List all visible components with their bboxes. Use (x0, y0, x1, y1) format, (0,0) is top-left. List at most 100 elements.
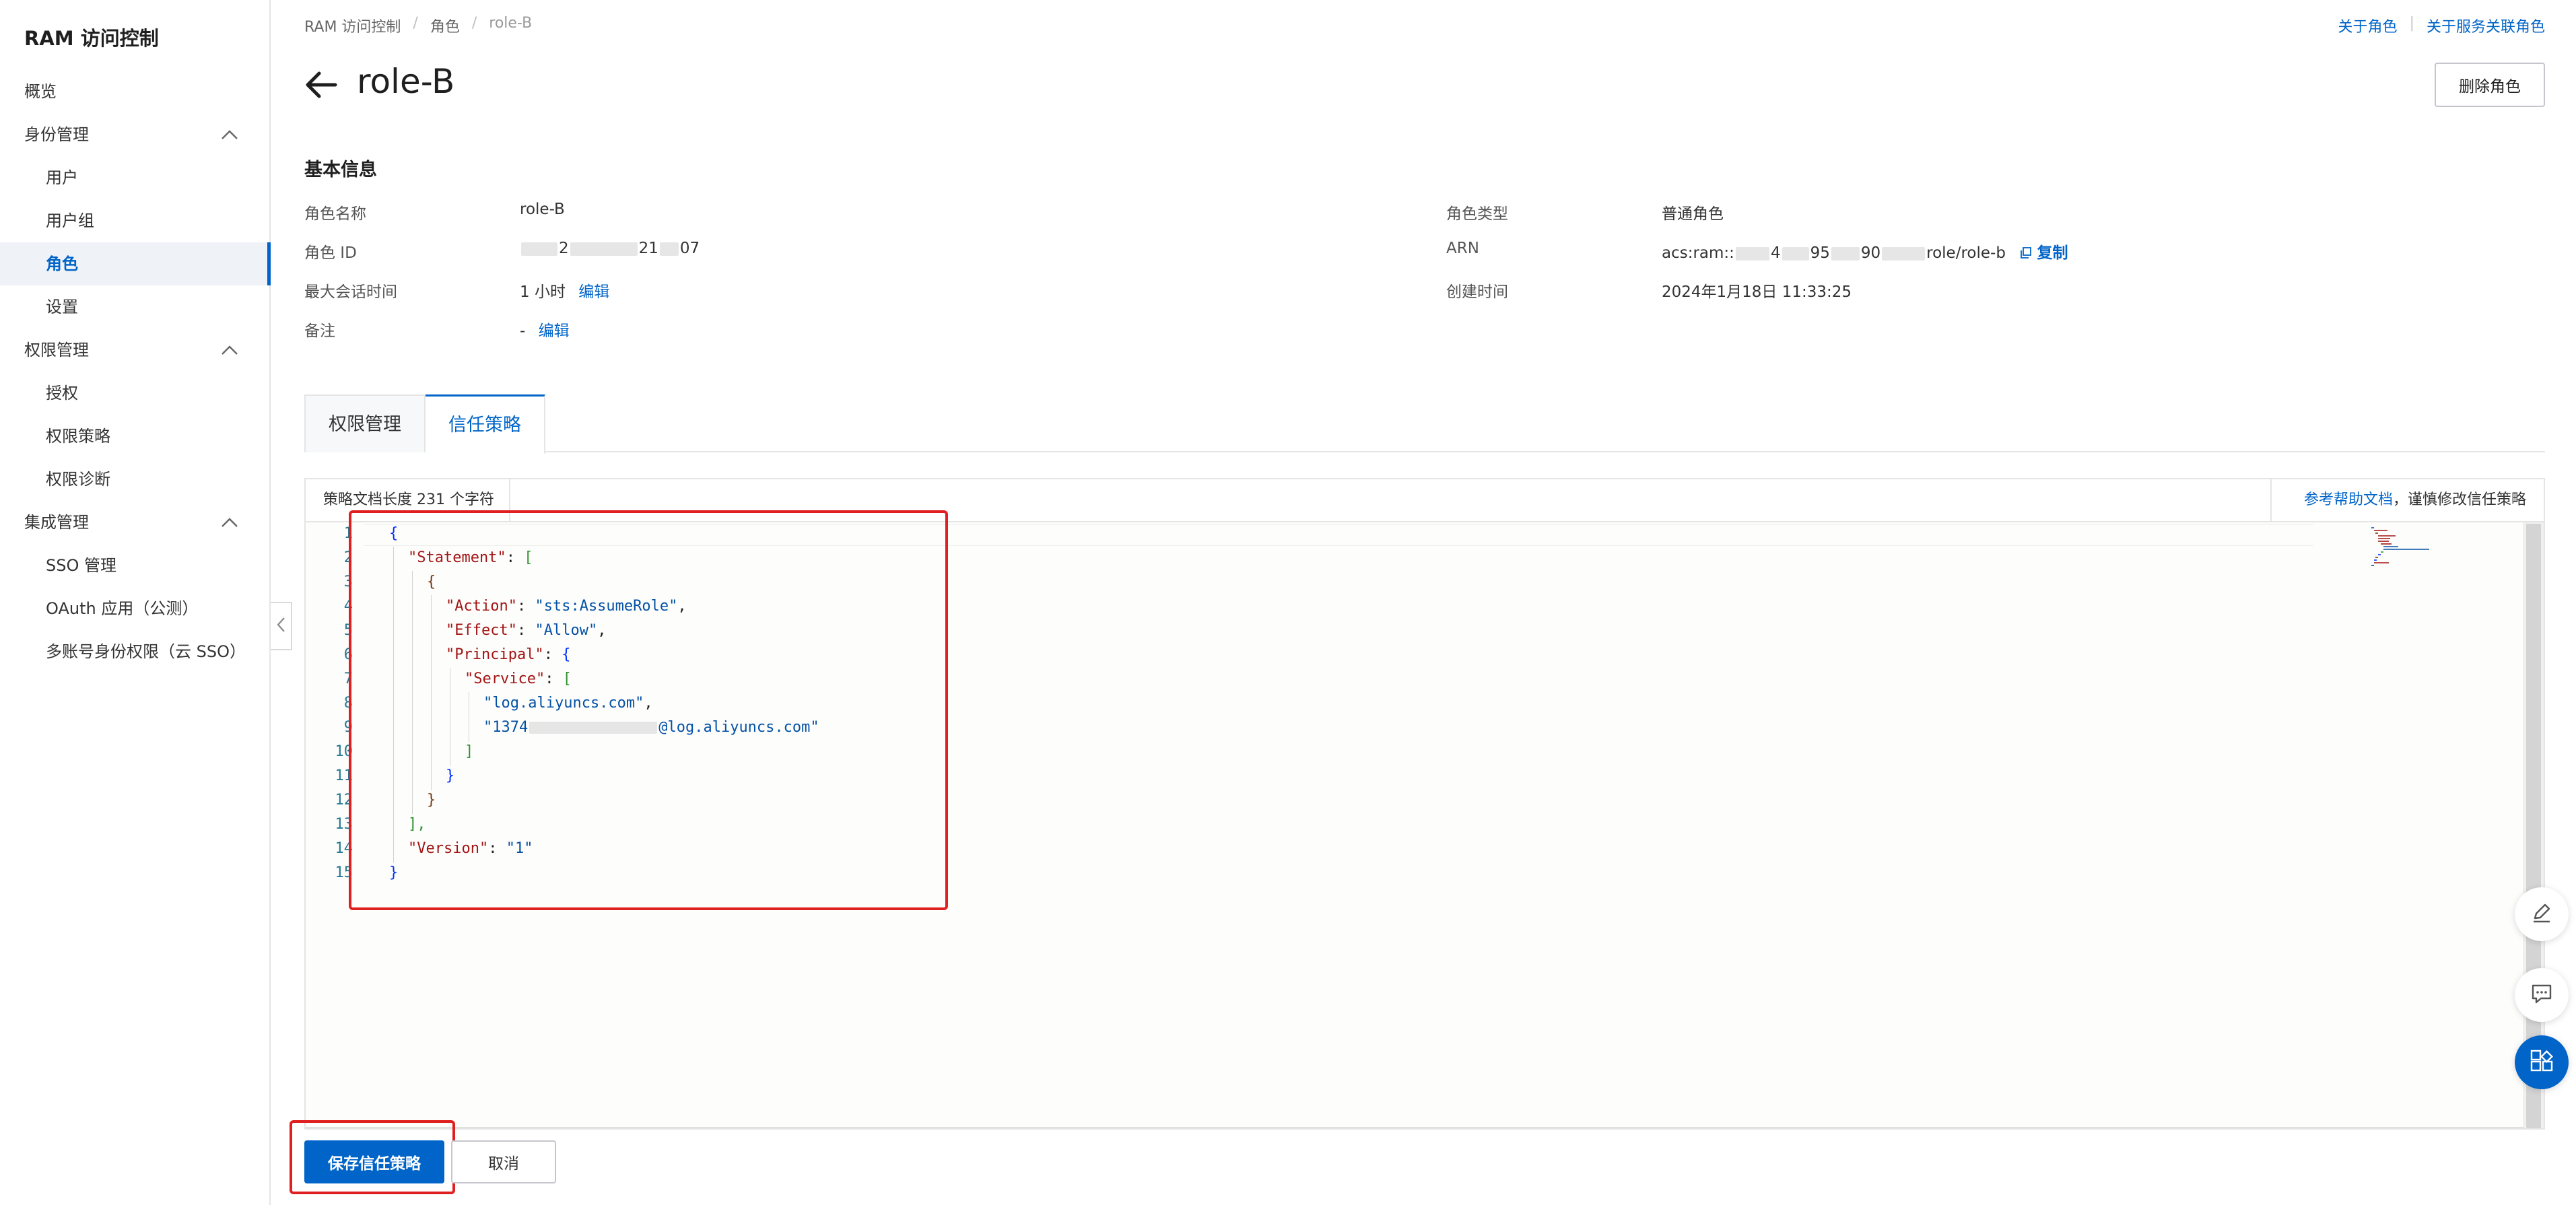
floating-feedback-button[interactable] (2515, 968, 2569, 1022)
tab-permission-management[interactable]: 权限管理 (304, 394, 426, 452)
save-trust-policy-button[interactable]: 保存信任策略 (304, 1140, 444, 1183)
sidebar-item-cloud-sso[interactable]: 多账号身份权限（云 SSO） (0, 630, 269, 673)
chevron-up-icon[interactable] (221, 501, 238, 544)
page-title: role-B (357, 62, 455, 101)
floating-edit-button[interactable] (2515, 887, 2569, 941)
sidebar-group-identity[interactable]: 身份管理 (0, 113, 269, 156)
copy-arn-button[interactable]: 复制 (2020, 244, 2068, 262)
sidebar-group-integration[interactable]: 集成管理 (0, 501, 269, 544)
role-name-value: role-B (520, 201, 565, 218)
sidebar-item-roles[interactable]: 角色 (0, 242, 271, 285)
chevron-up-icon[interactable] (221, 113, 238, 156)
role-type-label: 角色类型 (1446, 205, 1508, 223)
divider (2270, 479, 2272, 521)
about-service-linked-roles-link[interactable]: 关于服务关联角色 (2427, 15, 2545, 36)
feedback-icon (2530, 982, 2554, 1008)
sidebar-item-label: OAuth 应用（公测） (46, 599, 199, 618)
edit-note-link[interactable]: 编辑 (539, 322, 570, 340)
sidebar-item-label: 权限管理 (24, 341, 89, 359)
sidebar-item-overview[interactable]: 概览 (0, 70, 269, 113)
arn-fragment: 4 (1770, 244, 1781, 262)
breadcrumb-link-ram[interactable]: RAM 访问控制 (304, 15, 401, 36)
help-doc-link[interactable]: 参考帮助文档 (2304, 491, 2393, 508)
redacted-mask (1882, 246, 1926, 261)
breadcrumb-separator: / (471, 15, 477, 32)
redacted-mask (659, 242, 679, 256)
sidebar-group-permissions[interactable]: 权限管理 (0, 329, 269, 372)
role-id-label: 角色 ID (304, 244, 357, 262)
sidebar-item-oauth[interactable]: OAuth 应用（公测） (0, 587, 269, 630)
sidebar-item-label: 集成管理 (24, 513, 89, 532)
sidebar-item-user-groups[interactable]: 用户组 (0, 199, 269, 242)
breadcrumb-link-roles[interactable]: 角色 (430, 15, 460, 36)
arn-fragment: acs:ram:: (1662, 244, 1734, 262)
editor-minimap[interactable] (2369, 526, 2436, 567)
sidebar-item-settings[interactable]: 设置 (0, 285, 269, 329)
redacted-mask (1782, 246, 1809, 261)
max-session-value: 1 小时 编辑 (520, 279, 609, 302)
about-roles-link[interactable]: 关于角色 (2338, 15, 2398, 36)
breadcrumb: RAM 访问控制 / 角色 / role-B (304, 15, 532, 36)
role-id-fragment: 2 (559, 240, 569, 257)
arn-value: acs:ram:: 4 95 90 role/role-b 复制 (1662, 240, 2068, 263)
apps-icon (2529, 1048, 2554, 1076)
tab-trust-policy[interactable]: 信任策略 (426, 394, 545, 454)
sidebar-item-label: 身份管理 (24, 125, 89, 144)
chevron-left-icon (276, 617, 285, 635)
sidebar-item-policies[interactable]: 权限策略 (0, 415, 269, 458)
copy-icon (2020, 244, 2032, 262)
code-highlight-box (349, 510, 948, 910)
sidebar-item-label: 授权 (46, 384, 78, 403)
sidebar: RAM 访问控制 概览 身份管理 用户 用户组 角色 设置 权限管理 授权 权限… (0, 0, 271, 1205)
note-label: 备注 (304, 322, 335, 340)
editor-help-text: 参考帮助文档，谨慎修改信任策略 (2304, 479, 2526, 521)
breadcrumb-current: role-B (489, 15, 533, 32)
created-time-value: 2024年1月18日 11:33:25 (1662, 283, 1852, 301)
sidebar-item-label: 设置 (46, 298, 78, 316)
chevron-up-icon[interactable] (221, 329, 238, 372)
arn-fragment: 90 (1860, 244, 1881, 262)
note-value: - 编辑 (520, 318, 570, 341)
copy-label: 复制 (2037, 244, 2068, 262)
sidebar-item-label: 用户组 (46, 211, 94, 230)
link-separator: | (2409, 15, 2414, 32)
sidebar-item-label: 概览 (24, 82, 57, 101)
sidebar-item-label: 角色 (46, 254, 78, 273)
sidebar-item-label: 多账号身份权限（云 SSO） (46, 642, 246, 661)
tab-bar: 权限管理 信任策略 (304, 394, 545, 454)
editor-horizontal-scrollbar[interactable] (306, 1127, 2523, 1128)
back-arrow-icon[interactable] (304, 70, 338, 102)
help-warning-text: ，谨慎修改信任策略 (2392, 491, 2526, 508)
sidebar-item-grants[interactable]: 授权 (0, 372, 269, 415)
help-links: 关于角色 | 关于服务关联角色 (2338, 15, 2545, 36)
arn-fragment: 95 (1810, 244, 1830, 262)
breadcrumb-separator: / (413, 15, 418, 32)
arn-label: ARN (1446, 240, 1479, 257)
created-time-label: 创建时间 (1446, 283, 1508, 301)
sidebar-item-label: 用户 (46, 168, 78, 187)
sidebar-item-label: 权限策略 (46, 427, 110, 446)
sidebar-item-label: SSO 管理 (46, 556, 116, 575)
delete-role-button[interactable]: 删除角色 (2435, 63, 2545, 107)
max-session-label: 最大会话时间 (304, 283, 397, 301)
edit-max-session-link[interactable]: 编辑 (578, 283, 609, 301)
redacted-mask (1831, 246, 1860, 261)
sidebar-item-users[interactable]: 用户 (0, 156, 269, 199)
cancel-button[interactable]: 取消 (451, 1140, 556, 1183)
floating-apps-button[interactable] (2515, 1035, 2569, 1089)
arn-fragment: role/role-b (1926, 244, 2006, 262)
tabs-divider (304, 451, 2545, 452)
section-title: 基本信息 (304, 160, 377, 180)
note-text: - (520, 322, 526, 340)
redacted-mask (1735, 246, 1769, 261)
sidebar-item-sso[interactable]: SSO 管理 (0, 544, 269, 587)
role-id-fragment: 21 (638, 240, 658, 257)
sidebar-collapse-button[interactable] (271, 602, 292, 650)
max-session-text: 1 小时 (520, 283, 566, 301)
sidebar-item-label: 权限诊断 (46, 470, 110, 489)
redacted-mask (570, 242, 638, 256)
sidebar-item-diagnosis[interactable]: 权限诊断 (0, 458, 269, 501)
role-id-fragment: 07 (679, 240, 700, 257)
redacted-mask (521, 242, 557, 256)
role-type-value: 普通角色 (1662, 205, 1724, 223)
